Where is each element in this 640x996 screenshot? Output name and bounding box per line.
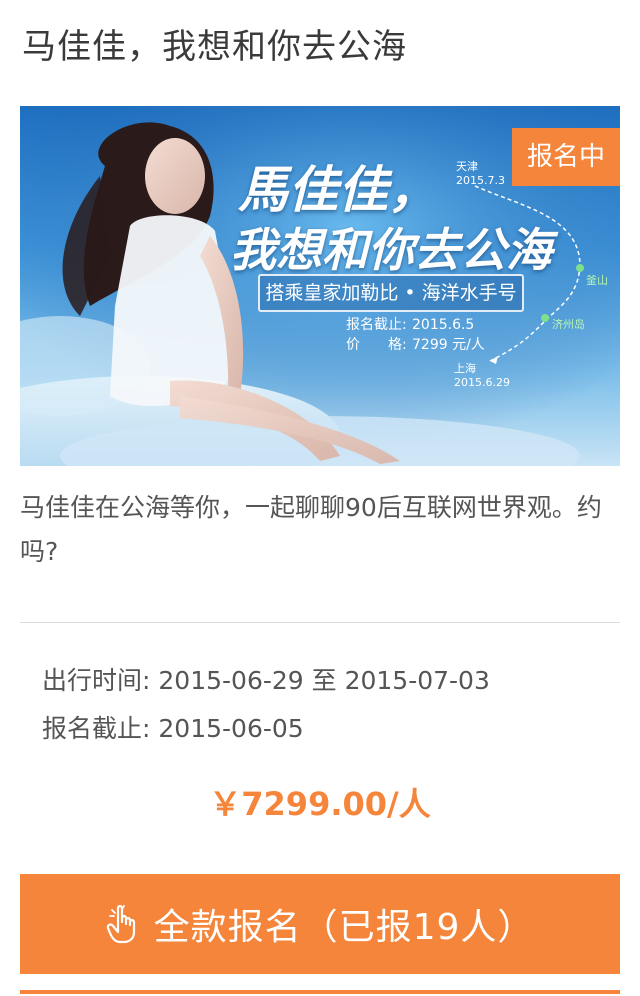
route-point-icon	[576, 264, 584, 272]
banner-deadline-value: 2015.6.5	[412, 317, 475, 333]
hand-pointer-icon	[106, 904, 140, 944]
route-city: 上海	[454, 362, 476, 375]
banner-title-line1: 馬佳佳，	[238, 160, 438, 219]
banner-subtitle: 搭乘皇家加勒比 • 海洋水手号	[258, 274, 524, 312]
deadline-value: 2015-06-05	[158, 714, 304, 743]
route-city: 釜山	[586, 274, 608, 287]
deadline-row: 报名截止: 2015-06-05	[42, 712, 304, 746]
route-date: 2015.7.3	[456, 174, 505, 187]
bottom-accent-line	[20, 990, 620, 994]
full-payment-signup-button[interactable]: 全款报名（已报19人）	[20, 874, 620, 974]
travel-time-row: 出行时间: 2015-06-29 至 2015-07-03	[42, 664, 490, 698]
route-stop-jeju: 济州岛	[552, 318, 585, 332]
banner-deadline-label: 报名截止:	[346, 317, 407, 333]
route-stop-shanghai: 上海 2015.6.29	[454, 362, 510, 390]
divider	[20, 622, 620, 623]
price-per-person: ￥7299.00/人	[209, 785, 431, 823]
event-banner[interactable]: 报名中 馬佳佳， 我想和你去公海 搭乘皇家加勒比 • 海洋水手号 报名截止: 20…	[20, 106, 620, 466]
signup-button-label: 全款报名（已报19人）	[153, 907, 535, 948]
route-stop-busan: 釜山	[586, 274, 608, 288]
travel-time-label: 出行时间:	[42, 666, 151, 695]
travel-time-value: 2015-06-29 至 2015-07-03	[158, 666, 490, 695]
banner-price: 价 格: 7299 元/人	[346, 334, 485, 354]
route-point-icon	[541, 314, 549, 322]
page-title: 马佳佳，我想和你去公海	[22, 27, 407, 67]
route-stop-tianjin: 天津 2015.7.3	[456, 160, 505, 188]
banner-price-value: 7299 元/人	[412, 337, 485, 353]
route-city: 天津	[456, 160, 478, 173]
route-city: 济州岛	[552, 318, 585, 331]
status-badge: 报名中	[512, 128, 620, 186]
deadline-label: 报名截止:	[42, 714, 151, 743]
model-face	[145, 138, 205, 214]
event-description: 马佳佳在公海等你，一起聊聊90后互联网世界观。约吗?	[20, 493, 602, 566]
banner-price-label: 价 格:	[346, 337, 407, 353]
banner-deadline: 报名截止: 2015.6.5	[346, 314, 474, 334]
route-date: 2015.6.29	[454, 376, 510, 389]
banner-title-line2: 我想和你去公海	[230, 223, 552, 277]
